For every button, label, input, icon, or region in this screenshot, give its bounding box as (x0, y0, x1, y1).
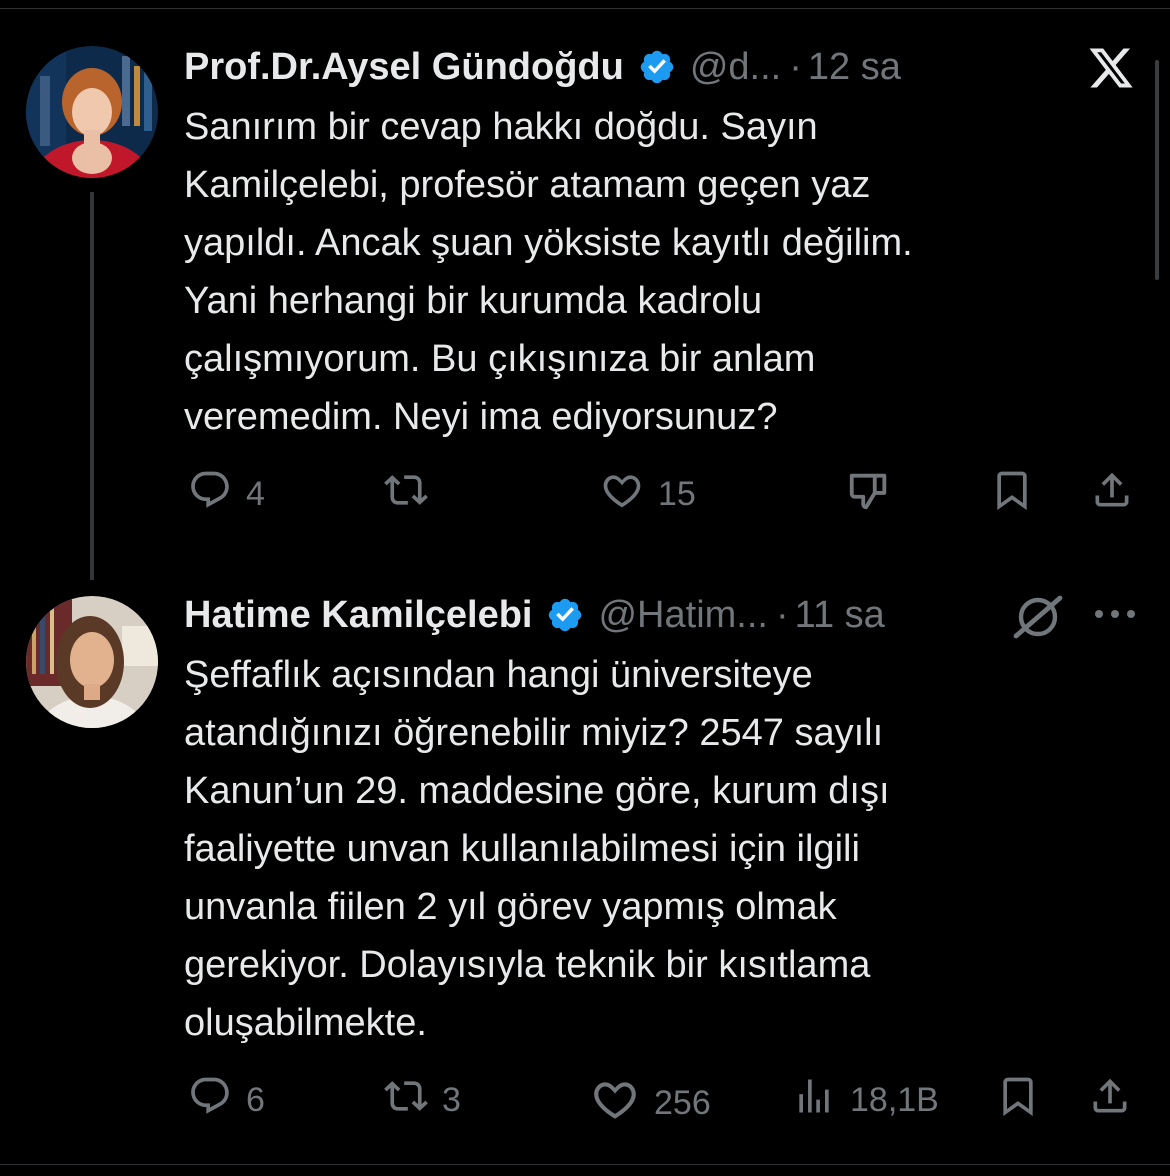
tweet-text-line: yapıldı. Ancak şuan yöksiste kayıtlı değ… (184, 222, 913, 264)
share-button[interactable] (1090, 468, 1134, 521)
tweet-header: Prof.Dr.Aysel Gündoğdu @d... · 12 sa (184, 42, 901, 92)
view-count: 18,1B (850, 1081, 939, 1119)
author-name[interactable]: Hatime Kamilçelebi (184, 594, 532, 637)
bookmark-button[interactable] (990, 468, 1034, 521)
tweet-text-line: gerekiyor. Dolayısıyla teknik bir kısıtl… (184, 944, 871, 986)
reply-count: 6 (246, 1081, 265, 1119)
tweet-text-line: atandığınızı öğrenebilir miyiz? 2547 say… (184, 712, 884, 754)
like-icon (600, 468, 644, 521)
action-bar: 4 15 (184, 468, 1144, 518)
grok-icon[interactable] (1012, 594, 1064, 645)
reply-button[interactable]: 4 (188, 468, 265, 521)
retweet-count: 3 (442, 1081, 461, 1119)
author-name[interactable]: Prof.Dr.Aysel Gündoğdu (184, 46, 624, 89)
retweet-button[interactable] (384, 468, 442, 521)
avatar[interactable] (26, 46, 158, 178)
views-icon (792, 1074, 836, 1127)
tweet[interactable]: Prof.Dr.Aysel Gündoğdu @d... · 12 sa San… (184, 42, 1144, 522)
bookmark-button[interactable] (996, 1074, 1040, 1127)
retweet-icon (384, 468, 428, 521)
like-button[interactable]: 256 (590, 1074, 711, 1133)
tweet-text: Sanırım bir cevap hakkı doğdu. Sayın Kam… (184, 98, 1124, 446)
separator-dot: · (775, 593, 789, 636)
like-icon (590, 1074, 640, 1133)
verified-badge-icon (638, 48, 676, 86)
tweet-time[interactable]: 12 sa (808, 46, 901, 89)
like-count: 15 (658, 475, 696, 513)
tweet-text-line: Sanırım bir cevap hakkı doğdu. Sayın (184, 106, 818, 148)
tweet-text-line: Kanun’un 29. maddesine göre, kurum dışı (184, 770, 890, 812)
bottom-divider (0, 1164, 1170, 1165)
separator-dot: · (789, 45, 802, 88)
like-count: 256 (654, 1084, 711, 1122)
tweet-text-line: faaliyette unvan kullanılabilmesi için i… (184, 828, 860, 870)
reply-icon (188, 468, 232, 521)
tweet-text-line: oluşabilmekte. (184, 1002, 427, 1044)
bookmark-icon (996, 1074, 1040, 1127)
tweet-text-line: çalışmıyorum. Bu çıkışınıza bir anlam (184, 338, 816, 380)
tweet-text-line: Yani herhangi bir kurumda kadrolu (184, 280, 763, 322)
author-handle[interactable]: @d... (690, 46, 781, 89)
verified-badge-icon (546, 596, 584, 634)
author-handle[interactable]: @Hatim... (598, 594, 767, 637)
thread-connector-line (90, 192, 94, 580)
tweet-text: Şeffaflık açısından hangi üniversiteye a… (184, 646, 1124, 1052)
reply-button[interactable]: 6 (188, 1074, 265, 1127)
tweet-header: Hatime Kamilçelebi @Hatim... · 11 sa (184, 590, 885, 640)
bookmark-icon (990, 468, 1034, 521)
tweet-text-line: Şeffaflık açısından hangi üniversiteye (184, 654, 813, 696)
views-button[interactable]: 18,1B (792, 1074, 939, 1127)
tweet-time[interactable]: 11 sa (795, 594, 885, 637)
dislike-icon (846, 468, 892, 523)
top-divider (0, 8, 1170, 9)
share-icon (1088, 1074, 1132, 1127)
scrollbar[interactable] (1155, 60, 1159, 280)
tweet[interactable]: Hatime Kamilçelebi @Hatim... · 11 sa Şef… (184, 590, 1144, 1150)
tweet-text-line: veremedim. Neyi ima ediyorsunuz? (184, 396, 778, 438)
avatar[interactable] (26, 596, 158, 728)
reply-count: 4 (246, 475, 265, 513)
tweet-text-line: Kamilçelebi, profesör atamam geçen yaz (184, 164, 871, 206)
like-button[interactable]: 15 (600, 468, 696, 521)
share-button[interactable] (1088, 1074, 1132, 1127)
tweet-text-line: unvanla fiilen 2 yıl görev yapmış olmak (184, 886, 837, 928)
retweet-icon (384, 1074, 428, 1127)
retweet-button[interactable]: 3 (384, 1074, 461, 1127)
dislike-button[interactable] (846, 468, 892, 523)
x-logo-icon[interactable] (1086, 44, 1136, 97)
action-bar: 6 3 256 18,1B (184, 1074, 1144, 1124)
reply-icon (188, 1074, 232, 1127)
share-icon (1090, 468, 1134, 521)
more-dots-icon[interactable] (1092, 606, 1138, 627)
